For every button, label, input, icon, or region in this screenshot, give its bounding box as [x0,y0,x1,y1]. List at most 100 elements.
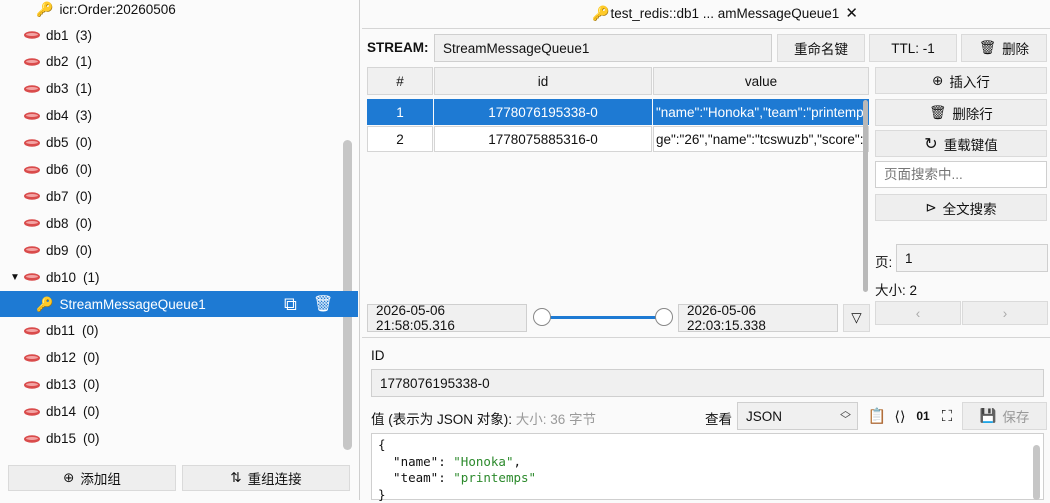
range-slider-track[interactable] [541,316,664,319]
db-label: db7 [46,189,69,204]
connection-tree-panel: 🔑 icr:Order:20260506 ⊕添加组 ⇅重组连接 db1(3)db… [0,0,360,500]
delete-label: 删除 [1002,38,1029,58]
chevron-right-icon: › [1003,306,1008,321]
editor-scrollbar[interactable] [1033,445,1040,500]
ttl-button[interactable]: TTL: -1 [869,34,957,62]
reconnect-button[interactable]: ⇅重组连接 [182,465,350,491]
expand-arrow-icon[interactable]: ▼ [10,272,20,283]
fullscreen-icon[interactable]: ⛶ [936,404,958,428]
tree-key-item-selected[interactable]: 🔑StreamMessageQueue1⧉🗑 [0,291,358,317]
database-icon [24,380,40,390]
trash-icon: 🗑 [929,105,946,121]
db-label: db10 [46,270,76,285]
tab-divider [362,28,1050,29]
db-label: db11 [46,323,75,338]
range-slider-end-handle[interactable] [655,308,673,326]
add-group-label: 添加组 [80,468,121,488]
splitter[interactable] [362,337,1050,338]
view-format-select[interactable]: JSON ︿﹀ [737,402,858,430]
reload-value-button[interactable]: ↻重载键值 [875,130,1047,157]
close-icon[interactable]: ✕ [845,4,858,22]
row-id[interactable]: 1778076195338-0 [434,99,652,125]
tab-key[interactable]: 🔑 test_redis::db1 ... amMessageQueue1 ✕ [592,4,858,22]
db-key-count: (1) [83,270,100,285]
insert-row-button[interactable]: ⊕插入行 [875,67,1047,94]
tree-db-item[interactable]: db4(3) [0,103,358,129]
json-key: "team": [378,470,453,485]
fulltext-search-button[interactable]: ⊳全文搜索 [875,194,1047,221]
format-code-icon[interactable]: ⟨⟩ [889,404,911,428]
minify-icon[interactable]: 01 [912,404,934,428]
db-key-count: (3) [76,108,93,123]
column-header-id[interactable]: id [434,67,652,95]
id-value-field[interactable]: 1778076195338-0 [371,369,1044,397]
row-value[interactable]: "name":"Honoka","team":"printemps [653,99,869,125]
copy-icon[interactable]: 📋 [866,404,888,428]
key-icon: 🔑 [36,1,53,18]
range-end-input[interactable]: 2026-05-06 22:03:15.338 [678,304,838,332]
db-key-count: (0) [76,135,93,150]
tree-db-item[interactable]: db7 (0) [0,183,358,209]
copy-key-icon[interactable]: ⧉ [284,294,297,315]
tree-db-item[interactable]: db2(1) [0,49,358,75]
tree-db-item[interactable]: db13(0) [0,372,358,398]
save-icon: 💾 [980,408,997,424]
tree-db-item[interactable]: db5 (0) [0,130,358,156]
size-readout: 大小: 2 [875,279,917,299]
add-circle-icon: ⊕ [63,470,74,486]
delete-row-label: 删除行 [952,103,993,123]
range-start-input[interactable]: 2026-05-06 21:58:05.316 [367,304,527,332]
db-label: db12 [46,350,76,365]
db-key-count: (0) [82,323,99,338]
json-string-value: "printemps" [453,470,536,485]
db-key-count: (0) [76,189,93,204]
database-icon [24,138,40,148]
save-label: 保存 [1002,406,1029,426]
reload-label: 重载键值 [944,134,998,154]
row-id[interactable]: 1778075885316-0 [434,126,652,152]
save-button[interactable]: 💾 保存 [962,402,1047,430]
database-icon [24,218,40,228]
json-key: "name": [378,454,453,469]
key-name-input[interactable]: StreamMessageQueue1 [434,34,772,62]
database-icon [24,272,40,282]
tree-db-item[interactable]: db15(0) [0,426,358,452]
db-label: db15 [46,431,76,446]
tree-db-item[interactable]: ▼ db10 (1) [0,264,358,290]
tree-db-item[interactable]: db8(0) [0,210,358,236]
tree-db-item[interactable]: db11 (0) [0,318,358,344]
tree-db-item[interactable]: db14(0) [0,399,358,425]
tree-db-item[interactable]: db9(0) [0,237,358,263]
trash-icon[interactable]: 🗑 [313,294,333,314]
range-slider-start-handle[interactable] [533,308,551,326]
table-scrollbar[interactable] [863,100,868,292]
column-header-number[interactable]: # [367,67,433,95]
delete-row-button[interactable]: 🗑 删除行 [875,99,1047,126]
tree-db-item[interactable]: db3(1) [0,76,358,102]
page-number-input[interactable]: 1 [896,244,1048,272]
json-line: "team": "printemps" [378,470,1037,487]
next-page-button[interactable]: › [962,301,1048,325]
page-label: 页: [875,251,892,271]
db-label: db5 [46,135,69,150]
value-editor[interactable]: { "name": "Honoka", "team": "printemps"} [371,433,1044,500]
row-number[interactable]: 1 [367,99,433,125]
row-number[interactable]: 2 [367,126,433,152]
tree-db-item[interactable]: db1(3) [0,22,358,48]
prev-page-button[interactable]: ‹ [875,301,961,325]
reconnect-label: 重组连接 [248,468,302,488]
column-header-value[interactable]: value [653,67,869,95]
db-key-count: (0) [83,350,100,365]
add-group-button[interactable]: ⊕ 添加组 [8,465,176,491]
delete-key-button[interactable]: 🗑删除 [961,34,1047,62]
database-icon [24,245,40,255]
row-value[interactable]: ge":"26","name":"tcswuzb","score":"3 [653,126,869,152]
tree-db-item[interactable]: db12 (0) [0,345,358,371]
database-icon [24,353,40,363]
filter-button[interactable]: ▽ [843,304,870,332]
page-search-input[interactable] [875,161,1047,188]
tree-key-item[interactable]: 🔑 icr:Order:20260506 [0,0,358,22]
tree-db-item[interactable]: db6(0) [0,157,358,183]
play-circle-icon: ⊳ [925,200,936,216]
rename-key-button[interactable]: 重命名键 [777,34,865,62]
